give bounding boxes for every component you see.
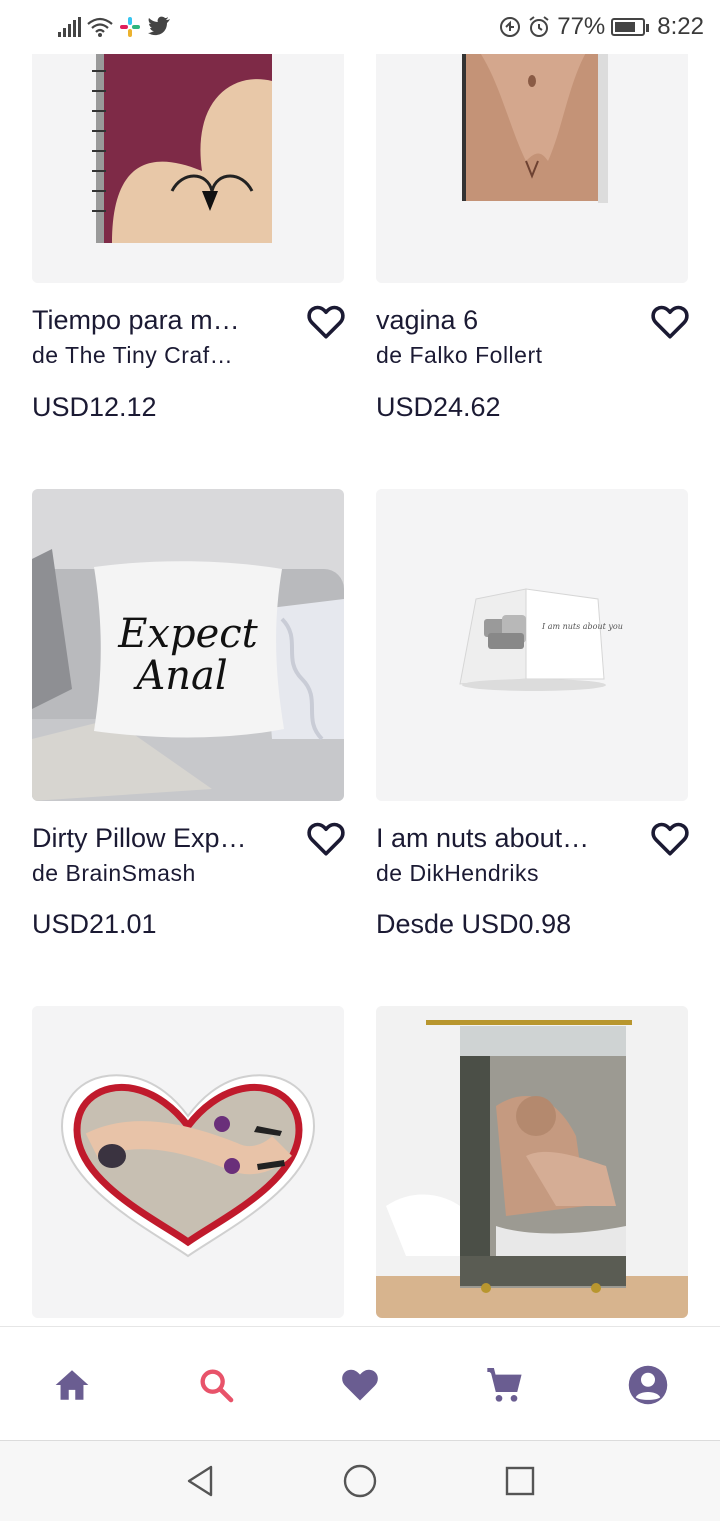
recents-icon[interactable] xyxy=(500,1461,540,1501)
battery-icon xyxy=(611,18,650,36)
product-artist[interactable]: de The Tiny Craf… xyxy=(32,342,272,369)
home-icon[interactable] xyxy=(44,1357,100,1413)
product-price: USD12.12 xyxy=(32,392,157,422)
favorite-heart-icon[interactable] xyxy=(648,817,692,861)
product-title[interactable]: vagina 6 xyxy=(376,305,616,336)
pillow-text: Expect xyxy=(117,611,258,657)
cart-icon[interactable] xyxy=(476,1357,532,1413)
product-price: USD21.01 xyxy=(32,909,157,939)
bottom-navigation xyxy=(0,1326,720,1441)
twitter-icon xyxy=(148,16,170,36)
product-price: Desde USD0.98 xyxy=(376,909,572,939)
status-left-icons xyxy=(58,12,171,42)
system-navigation-bar xyxy=(0,1440,720,1521)
favorite-heart-icon[interactable] xyxy=(304,817,348,861)
product-artist[interactable]: de Falko Follert xyxy=(376,342,616,369)
product-grid[interactable]: Tiempo para m… de The Tiny Craf… USD12.1… xyxy=(0,0,720,1326)
product-artist[interactable]: de BrainSmash xyxy=(32,860,272,887)
battery-percent: 77% xyxy=(557,13,606,40)
product-title[interactable]: Tiempo para m… xyxy=(32,305,272,336)
alarm-icon xyxy=(529,16,549,37)
status-right-icons: 77% 8:22 xyxy=(499,12,704,42)
product-price: USD24.62 xyxy=(376,392,501,422)
product-artist[interactable]: de DikHendriks xyxy=(376,860,616,887)
favorite-heart-icon[interactable] xyxy=(304,300,348,344)
svg-text:Anal: Anal xyxy=(132,653,227,699)
clock: 8:22 xyxy=(657,13,704,40)
back-icon[interactable] xyxy=(180,1461,220,1501)
product-title[interactable]: I am nuts about… xyxy=(376,823,616,854)
product-image[interactable] xyxy=(32,1006,344,1318)
product-image[interactable]: I am nuts about you xyxy=(376,489,688,801)
product-title[interactable]: Dirty Pillow Exp… xyxy=(32,823,272,854)
favorite-heart-icon[interactable] xyxy=(648,300,692,344)
status-bar: 77% 8:22 xyxy=(0,0,720,54)
signal-icon xyxy=(58,17,81,37)
search-icon[interactable] xyxy=(188,1357,244,1413)
product-image[interactable] xyxy=(376,1006,688,1318)
account-icon[interactable] xyxy=(620,1357,676,1413)
wifi-icon xyxy=(87,17,113,37)
home-button-icon[interactable] xyxy=(340,1461,380,1501)
data-saver-icon xyxy=(500,17,521,37)
slack-icon xyxy=(120,17,140,37)
favorites-icon[interactable] xyxy=(332,1357,388,1413)
product-image[interactable]: Expect Anal xyxy=(32,489,344,801)
card-text: I am nuts about you xyxy=(541,622,623,631)
